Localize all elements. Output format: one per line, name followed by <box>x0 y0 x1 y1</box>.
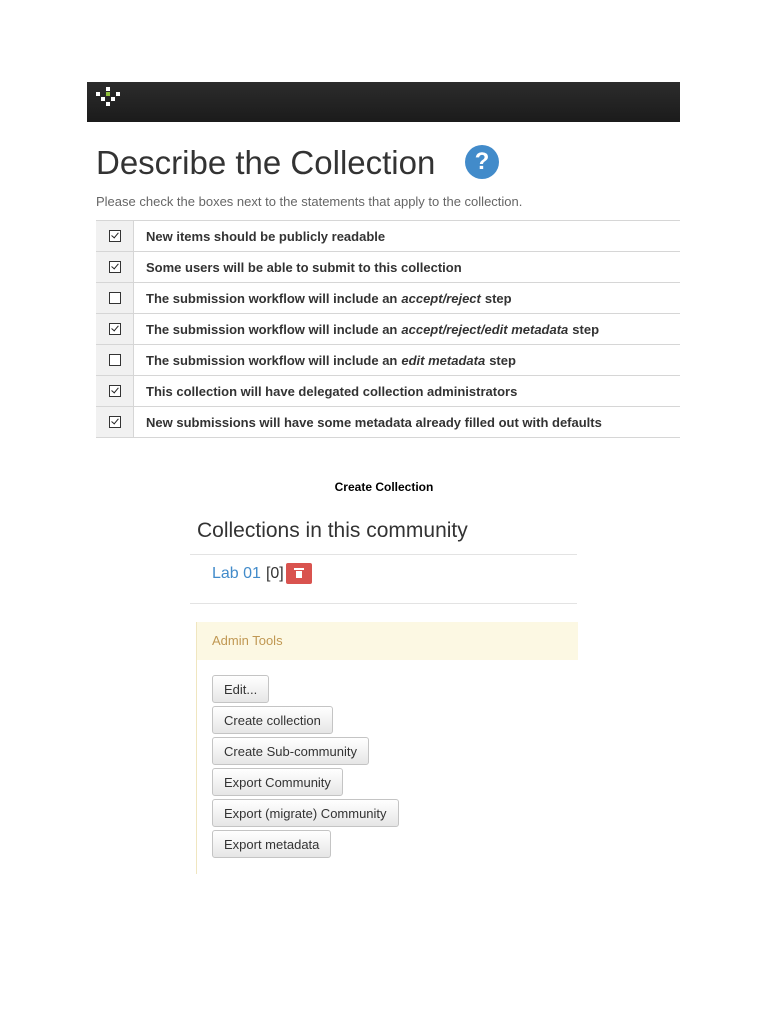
checkbox-cell <box>96 407 134 437</box>
checkbox-cell <box>96 376 134 406</box>
statement-label: The submission workflow will include an a… <box>146 290 512 306</box>
statement-row: The submission workflow will include an a… <box>96 283 680 314</box>
export-metadata-button[interactable]: Export metadata <box>212 830 332 858</box>
statement-checkbox[interactable] <box>108 354 121 366</box>
statements-table: New items should be publicly readable Som… <box>96 220 680 438</box>
statement-row: The submission workflow will include an e… <box>96 345 680 376</box>
statement-label: New submissions will have some metadata … <box>146 414 602 430</box>
logo-icon[interactable] <box>96 87 120 111</box>
statement-label: This collection will have delegated coll… <box>146 383 518 399</box>
statement-row: New items should be publicly readable <box>96 221 680 252</box>
statement-row: Some users will be able to submit to thi… <box>96 252 680 283</box>
admin-tools-panel: Admin Tools Edit... Create collection Crea… <box>196 622 578 874</box>
create-sub-community-button[interactable]: Create Sub-community <box>212 737 369 765</box>
statement-checkbox[interactable] <box>108 261 121 273</box>
export-community-button[interactable]: Export Community <box>212 768 343 796</box>
checkbox-cell <box>96 345 134 375</box>
statement-checkbox[interactable] <box>108 385 121 397</box>
admin-tools-heading: Admin Tools <box>197 622 578 660</box>
statement-checkbox[interactable] <box>108 230 121 242</box>
divider <box>190 554 577 555</box>
figure-caption: Create Collection <box>334 480 434 494</box>
statement-row: This collection will have delegated coll… <box>96 376 680 407</box>
statement-row: New submissions will have some metadata … <box>96 407 680 438</box>
checkbox-cell <box>96 283 134 313</box>
collection-link[interactable]: Lab 01 <box>212 565 261 583</box>
statement-label: The submission workflow will include an a… <box>146 321 600 337</box>
statement-checkbox[interactable] <box>108 323 121 335</box>
collections-heading: Collections in this community <box>197 519 468 542</box>
divider <box>190 603 577 604</box>
delete-collection-button[interactable] <box>285 563 312 584</box>
create-collection-button[interactable]: Create collection <box>212 706 333 734</box>
collection-item-count: [0] <box>265 564 284 582</box>
statement-row: The submission workflow will include an a… <box>96 314 680 345</box>
checkbox-cell <box>96 252 134 282</box>
statement-checkbox[interactable] <box>108 416 121 428</box>
trash-icon <box>293 568 304 578</box>
help-icon[interactable]: ? <box>465 145 499 179</box>
admin-tools-buttons: Edit... Create collection Create Sub-commu… <box>197 660 578 858</box>
statement-label: New items should be publicly readable <box>146 228 386 244</box>
collection-list-item: Lab 01 [0] <box>212 563 312 584</box>
top-navbar <box>87 82 680 122</box>
statement-checkbox[interactable] <box>108 292 121 304</box>
statement-label: Some users will be able to submit to thi… <box>146 259 462 275</box>
checkbox-cell <box>96 314 134 344</box>
instructions-text: Please check the boxes next to the state… <box>96 194 523 209</box>
export-migrate-community-button[interactable]: Export (migrate) Community <box>212 799 399 827</box>
checkbox-cell <box>96 221 134 251</box>
statement-label: The submission workflow will include an e… <box>146 352 516 368</box>
edit-button[interactable]: Edit... <box>212 675 270 703</box>
page-title: Describe the Collection <box>96 144 436 181</box>
